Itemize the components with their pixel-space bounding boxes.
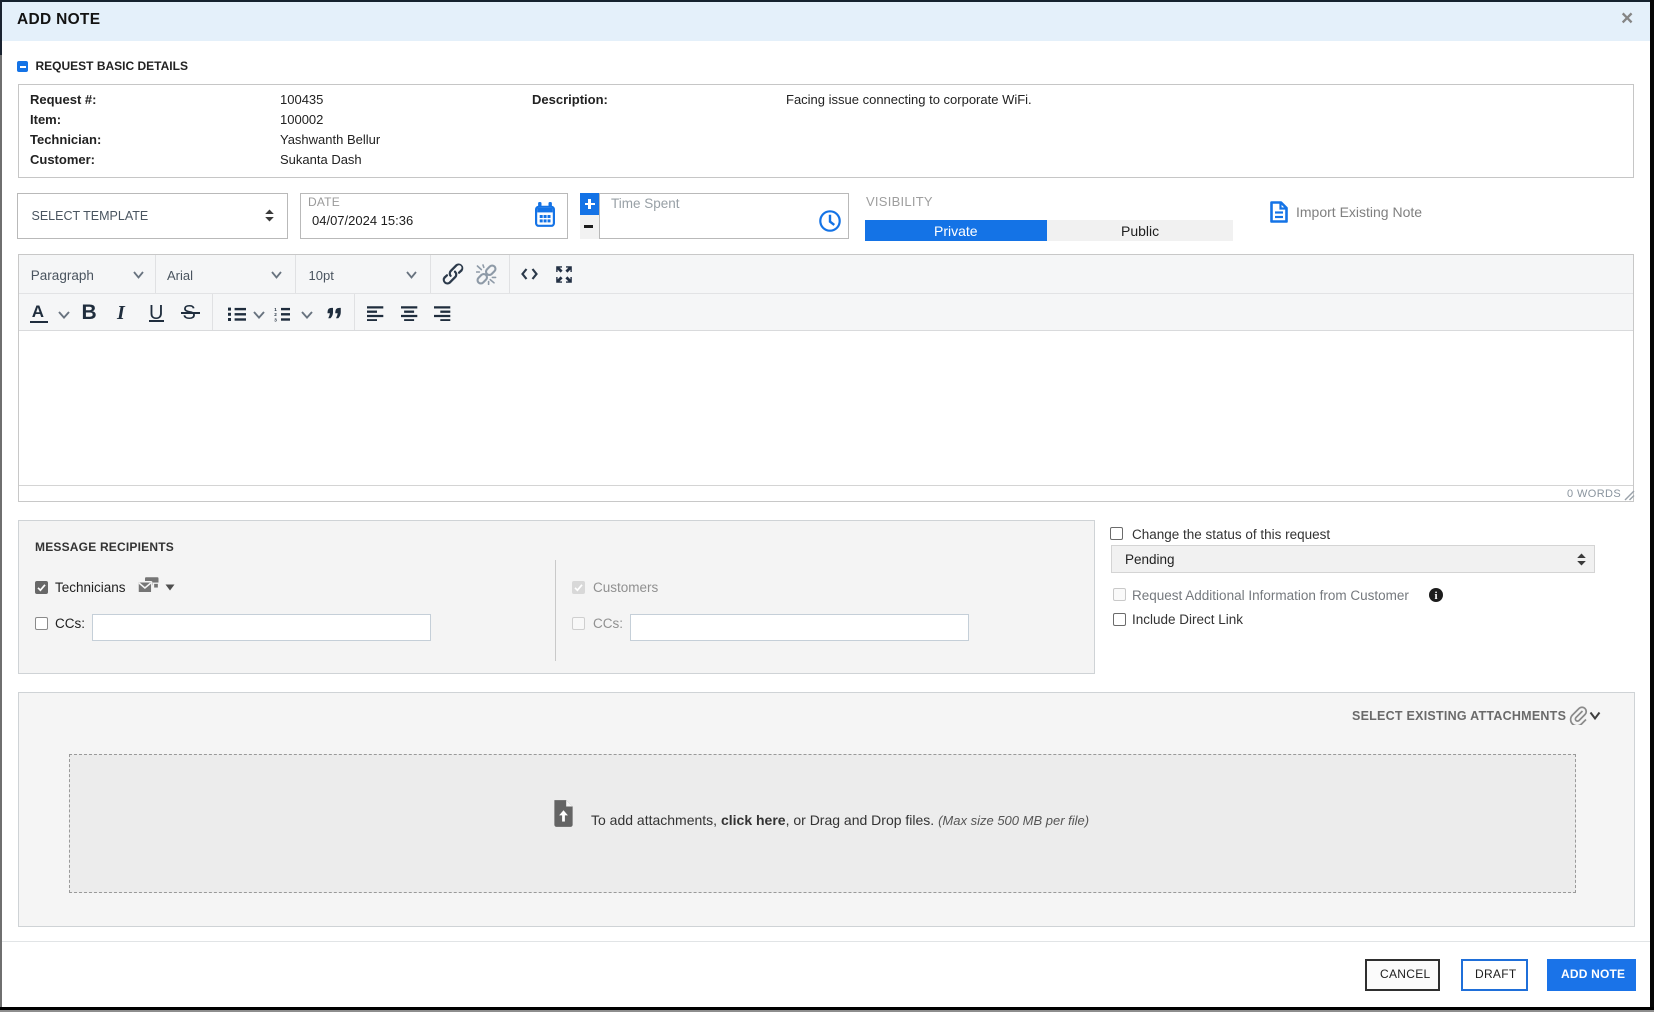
svg-text:3: 3 <box>274 317 277 322</box>
